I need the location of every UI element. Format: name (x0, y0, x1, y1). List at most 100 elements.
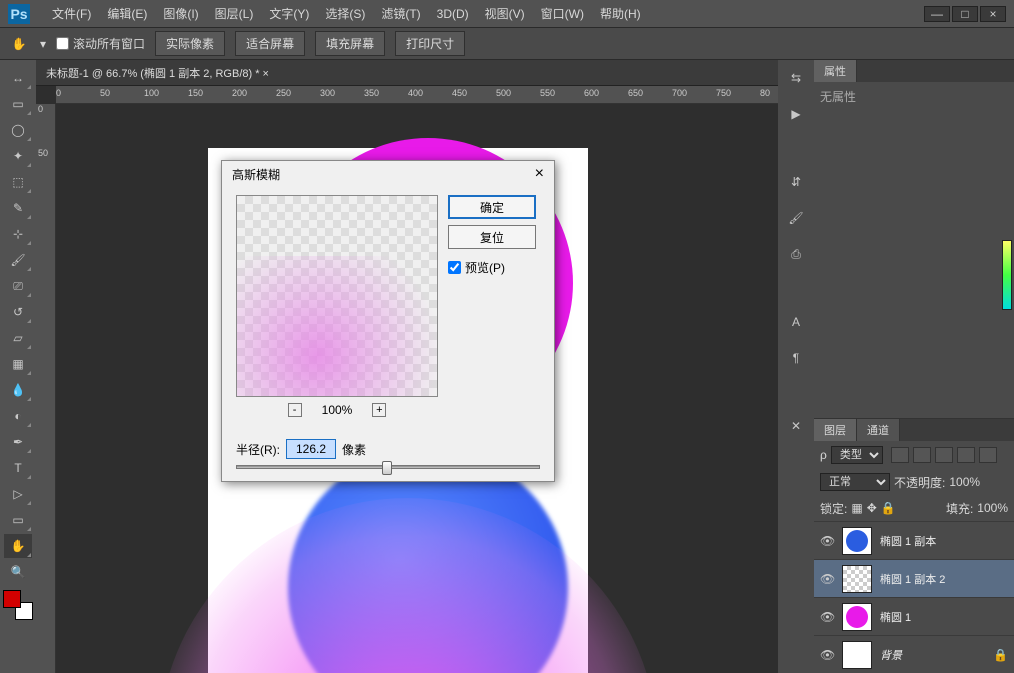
layer-kind-select[interactable]: 类型 (831, 446, 883, 464)
color-swatches[interactable] (3, 590, 33, 620)
radius-input[interactable] (286, 439, 336, 459)
zoom-in-button[interactable]: + (372, 403, 386, 417)
brush-tool[interactable]: 🖌 (4, 248, 32, 272)
blur-tool[interactable]: 💧 (4, 378, 32, 402)
menu-image[interactable]: 图像(I) (155, 5, 206, 22)
pen-tool[interactable]: ✒ (4, 430, 32, 454)
layer-item[interactable]: 👁 椭圆 1 (814, 597, 1014, 635)
layer-name-label: 椭圆 1 副本 2 (880, 571, 945, 587)
path-select-tool[interactable]: ▷ (4, 482, 32, 506)
dropdown-indicator-icon[interactable]: ▾ (40, 37, 46, 51)
document-tab[interactable]: 未标题-1 @ 66.7% (椭圆 1 副本 2, RGB/8) * × (36, 60, 778, 86)
magic-wand-tool[interactable]: ✦ (4, 144, 32, 168)
lock-all-icon[interactable]: 🔒 (881, 501, 896, 515)
menu-window[interactable]: 窗口(W) (533, 5, 592, 22)
reset-button[interactable]: 复位 (448, 225, 536, 249)
menu-file[interactable]: 文件(F) (44, 5, 99, 22)
menu-select[interactable]: 选择(S) (317, 5, 373, 22)
lock-pixels-icon[interactable]: ▦ (851, 501, 862, 515)
visibility-icon[interactable]: 👁 (820, 610, 834, 624)
filter-pixel-icon[interactable] (891, 447, 909, 463)
brushes-panel-icon[interactable]: ⇵ (783, 170, 809, 194)
lock-label: 锁定: (820, 500, 847, 517)
shape-tool[interactable]: ▭ (4, 508, 32, 532)
eraser-tool[interactable]: ▱ (4, 326, 32, 350)
print-size-button[interactable]: 打印尺寸 (395, 31, 465, 56)
layers-tab[interactable]: 图层 (814, 419, 857, 441)
crop-tool[interactable]: ⬚ (4, 170, 32, 194)
character-panel-icon[interactable]: A (783, 310, 809, 334)
dialog-titlebar[interactable]: 高斯模糊 × (222, 161, 554, 187)
zoom-level-label: 100% (322, 403, 353, 417)
ruler-vertical: 0 50 (36, 104, 56, 673)
filter-smart-icon[interactable] (979, 447, 997, 463)
menu-edit[interactable]: 编辑(E) (99, 5, 155, 22)
visibility-icon[interactable]: 👁 (820, 572, 834, 586)
preview-checkbox-input[interactable] (448, 261, 461, 274)
stamp-tool[interactable]: ⎚ (4, 274, 32, 298)
properties-tab[interactable]: 属性 (814, 60, 857, 82)
foreground-color-swatch[interactable] (3, 590, 21, 608)
channels-tab[interactable]: 通道 (857, 419, 900, 441)
layer-thumbnail[interactable] (842, 641, 872, 669)
type-tool[interactable]: T (4, 456, 32, 480)
filter-adjust-icon[interactable] (913, 447, 931, 463)
zoom-out-button[interactable]: - (288, 403, 302, 417)
preview-checkbox[interactable]: 预览(P) (448, 259, 536, 276)
close-button[interactable]: × (980, 6, 1006, 22)
layer-item[interactable]: 👁 背景 🔒 (814, 635, 1014, 673)
layer-thumbnail[interactable] (842, 565, 872, 593)
ellipse-blur-glow (158, 498, 658, 673)
menu-type[interactable]: 文字(Y) (261, 5, 317, 22)
filter-shape-icon[interactable] (957, 447, 975, 463)
layer-item[interactable]: 👁 椭圆 1 副本 (814, 521, 1014, 559)
ok-button[interactable]: 确定 (448, 195, 536, 219)
actual-pixels-button[interactable]: 实际像素 (155, 31, 225, 56)
marquee-tool[interactable]: ▭ (4, 92, 32, 116)
hand-tool[interactable]: ✋ (4, 534, 32, 558)
dodge-tool[interactable]: ◐ (4, 404, 32, 428)
lasso-tool[interactable]: ◯ (4, 118, 32, 142)
properties-panel-body: 无属性 (814, 82, 1014, 418)
menu-help[interactable]: 帮助(H) (592, 5, 649, 22)
visibility-icon[interactable]: 👁 (820, 648, 834, 662)
options-bar: ✋ ▾ 滚动所有窗口 实际像素 适合屏幕 填充屏幕 打印尺寸 (0, 28, 1014, 60)
scroll-all-windows-checkbox[interactable]: 滚动所有窗口 (56, 35, 145, 52)
blend-mode-select[interactable]: 正常 (820, 473, 890, 491)
gradient-tool[interactable]: ▦ (4, 352, 32, 376)
opacity-value[interactable]: 100% (949, 475, 980, 489)
lock-position-icon[interactable]: ✥ (867, 501, 877, 515)
tool-presets-icon[interactable]: ✕ (783, 414, 809, 438)
layers-panel: 图层 通道 ρ 类型 正常 不透明度: 100% 锁定: (814, 418, 1014, 673)
menu-3d[interactable]: 3D(D) (429, 7, 477, 21)
history-brush-tool[interactable]: ↺ (4, 300, 32, 324)
eyedropper-tool[interactable]: ✎ (4, 196, 32, 220)
fit-screen-button[interactable]: 适合屏幕 (235, 31, 305, 56)
healing-tool[interactable]: ⊹ (4, 222, 32, 246)
maximize-button[interactable]: □ (952, 6, 978, 22)
history-panel-icon[interactable]: ⇆ (783, 66, 809, 90)
layer-item[interactable]: 👁 椭圆 1 副本 2 (814, 559, 1014, 597)
minimize-button[interactable]: — (924, 6, 950, 22)
paragraph-panel-icon[interactable]: ¶ (783, 346, 809, 370)
filter-type-icon[interactable] (935, 447, 953, 463)
dialog-close-button[interactable]: × (535, 165, 544, 183)
tools-panel: ↔ ▭ ◯ ✦ ⬚ ✎ ⊹ 🖌 ⎚ ↺ ▱ ▦ 💧 ◐ ✒ T ▷ ▭ ✋ 🔍 (0, 60, 36, 673)
visibility-icon[interactable]: 👁 (820, 534, 834, 548)
menu-filter[interactable]: 滤镜(T) (373, 5, 428, 22)
layer-thumbnail[interactable] (842, 527, 872, 555)
brush-presets-icon[interactable]: 🖌 (783, 206, 809, 230)
fill-value[interactable]: 100% (977, 501, 1008, 515)
actions-panel-icon[interactable]: ▶ (783, 102, 809, 126)
menu-view[interactable]: 视图(V) (477, 5, 533, 22)
fill-screen-button[interactable]: 填充屏幕 (315, 31, 385, 56)
menu-layer[interactable]: 图层(L) (207, 5, 262, 22)
layer-thumbnail[interactable] (842, 603, 872, 631)
preview-thumbnail[interactable] (236, 195, 438, 397)
move-tool[interactable]: ↔ (4, 66, 32, 90)
clone-source-icon[interactable]: ⎙ (783, 242, 809, 266)
zoom-tool[interactable]: 🔍 (4, 560, 32, 584)
radius-slider[interactable] (236, 465, 540, 469)
scroll-all-checkbox-input[interactable] (56, 37, 69, 50)
slider-thumb[interactable] (382, 461, 392, 475)
